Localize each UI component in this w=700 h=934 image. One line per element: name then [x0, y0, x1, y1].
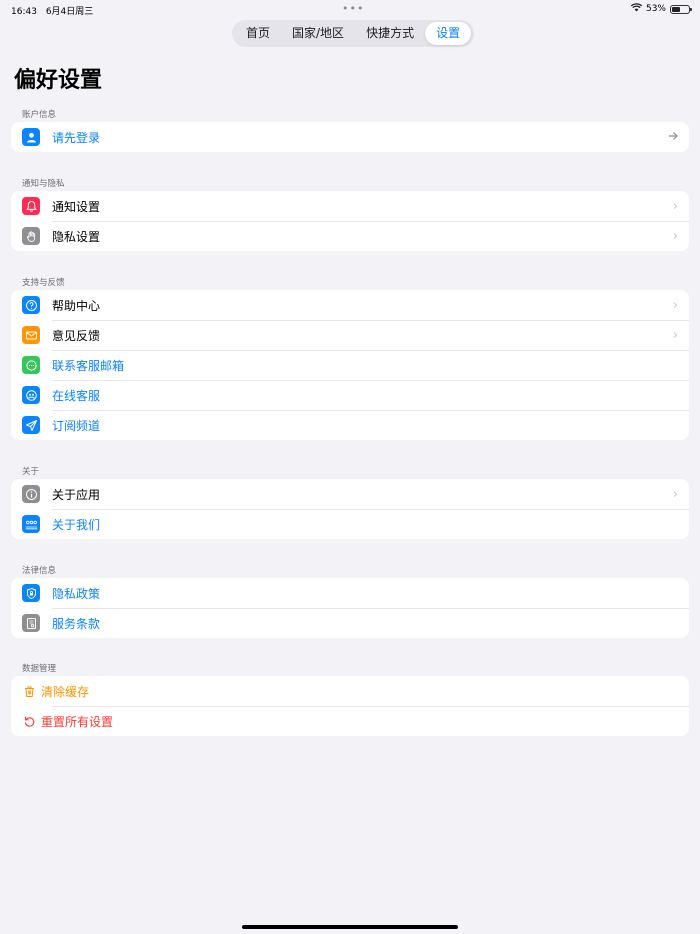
chevron-right-icon: › — [672, 487, 678, 502]
terms-of-service-row[interactable]: 服务条款 — [11, 608, 689, 638]
status-bar: 16:43 6月4日周三 ••• 53% — [0, 0, 700, 18]
question-icon — [22, 296, 40, 314]
settings-group: 关于应用 › 关于我们 — [11, 479, 689, 539]
chat-bubble-icon — [22, 356, 40, 374]
section-header: 通知与隐私 — [22, 179, 65, 189]
trash-icon — [22, 682, 36, 700]
battery-percent: 53% — [645, 4, 666, 14]
login-label: 请先登录 — [52, 130, 101, 145]
settings-group: 通知设置 › 隐私设置 › — [11, 191, 689, 251]
subscribe-channel-row[interactable]: 订阅频道 — [11, 410, 689, 440]
help-center-row[interactable]: 帮助中心 › — [11, 290, 689, 320]
settings-group: 帮助中心 › 意见反馈 › 联系客服邮箱 在线客服 订阅频道 — [11, 290, 689, 440]
document-icon — [22, 614, 40, 632]
notification-settings-label: 通知设置 — [52, 199, 101, 214]
shield-icon — [22, 584, 40, 602]
bell-icon — [22, 197, 40, 215]
feedback-label: 意见反馈 — [52, 328, 101, 343]
tab-settings[interactable]: 设置 — [425, 22, 472, 45]
login-row[interactable]: 请先登录 — [11, 122, 689, 152]
about-us-row[interactable]: 关于我们 — [11, 509, 689, 539]
reset-settings-row[interactable]: 重置所有设置 — [11, 706, 689, 736]
chevron-right-icon: › — [672, 328, 678, 343]
about-app-row[interactable]: 关于应用 › — [11, 479, 689, 509]
settings-group: 请先登录 — [11, 122, 689, 152]
settings-group: 隐私政策 服务条款 — [11, 578, 689, 638]
clear-cache-row[interactable]: 清除缓存 — [11, 676, 689, 706]
status-left: 16:43 6月4日周三 — [11, 4, 99, 17]
section-notification-privacy: 通知与隐私 通知设置 › 隐私设置 › — [11, 177, 689, 251]
notification-settings-row[interactable]: 通知设置 › — [11, 191, 689, 221]
about-app-label: 关于应用 — [52, 487, 101, 502]
tab-home[interactable]: 首页 — [235, 22, 281, 45]
chevron-right-icon: › — [672, 229, 678, 244]
privacy-settings-row[interactable]: 隐私设置 › — [11, 221, 689, 251]
section-data-management: 数据管理 清除缓存 重置所有设置 — [11, 662, 689, 736]
wifi-icon — [630, 3, 643, 15]
feedback-row[interactable]: 意见反馈 › — [11, 320, 689, 350]
battery-icon — [670, 4, 692, 14]
subscribe-channel-label: 订阅频道 — [52, 418, 101, 433]
section-support-feedback: 支持与反馈 帮助中心 › 意见反馈 › 联系客服邮箱 在线客服 订阅频道 — [11, 276, 689, 440]
settings-group: 清除缓存 重置所有设置 — [11, 676, 689, 736]
support-agent-icon — [22, 386, 40, 404]
status-time: 16:43 — [11, 7, 37, 17]
online-service-label: 在线客服 — [52, 388, 101, 403]
chevron-right-icon: › — [672, 298, 678, 313]
paper-plane-icon — [22, 416, 40, 434]
section-header: 账户信息 — [22, 110, 57, 120]
section-header: 关于 — [22, 467, 40, 477]
multitasking-dots[interactable]: ••• — [342, 2, 364, 15]
section-header: 数据管理 — [22, 664, 57, 674]
help-center-label: 帮助中心 — [52, 298, 101, 313]
status-date: 6月4日周三 — [45, 7, 94, 17]
contact-email-label: 联系客服邮箱 — [52, 358, 125, 373]
person-icon — [22, 128, 40, 146]
reset-arrow-icon — [22, 712, 36, 730]
tab-country-region[interactable]: 国家/地区 — [281, 22, 355, 45]
clear-cache-label: 清除缓存 — [41, 684, 90, 699]
reset-settings-label: 重置所有设置 — [41, 714, 114, 729]
hand-icon — [22, 227, 40, 245]
terms-of-service-label: 服务条款 — [52, 616, 101, 631]
page-title: 偏好设置 — [14, 68, 103, 93]
section-legal: 法律信息 隐私政策 服务条款 — [11, 564, 689, 638]
info-icon — [22, 485, 40, 503]
status-right: 53% — [630, 3, 692, 15]
segmented-tab-bar: 首页 国家/地区 快捷方式 设置 — [232, 20, 475, 47]
tab-shortcuts[interactable]: 快捷方式 — [355, 22, 425, 45]
envelope-icon — [22, 326, 40, 344]
online-service-row[interactable]: 在线客服 — [11, 380, 689, 410]
about-us-label: 关于我们 — [52, 517, 101, 532]
chevron-right-icon: › — [672, 199, 678, 214]
section-header: 法律信息 — [22, 566, 57, 576]
privacy-policy-label: 隐私政策 — [52, 586, 101, 601]
arrow-right-icon — [668, 130, 678, 145]
section-header: 支持与反馈 — [22, 278, 65, 288]
privacy-settings-label: 隐私设置 — [52, 229, 101, 244]
group-people-icon — [22, 515, 40, 533]
privacy-policy-row[interactable]: 隐私政策 — [11, 578, 689, 608]
contact-email-row[interactable]: 联系客服邮箱 — [11, 350, 689, 380]
home-indicator[interactable] — [242, 925, 458, 929]
section-about: 关于 关于应用 › 关于我们 — [11, 465, 689, 539]
section-account: 账户信息 请先登录 — [11, 108, 689, 152]
